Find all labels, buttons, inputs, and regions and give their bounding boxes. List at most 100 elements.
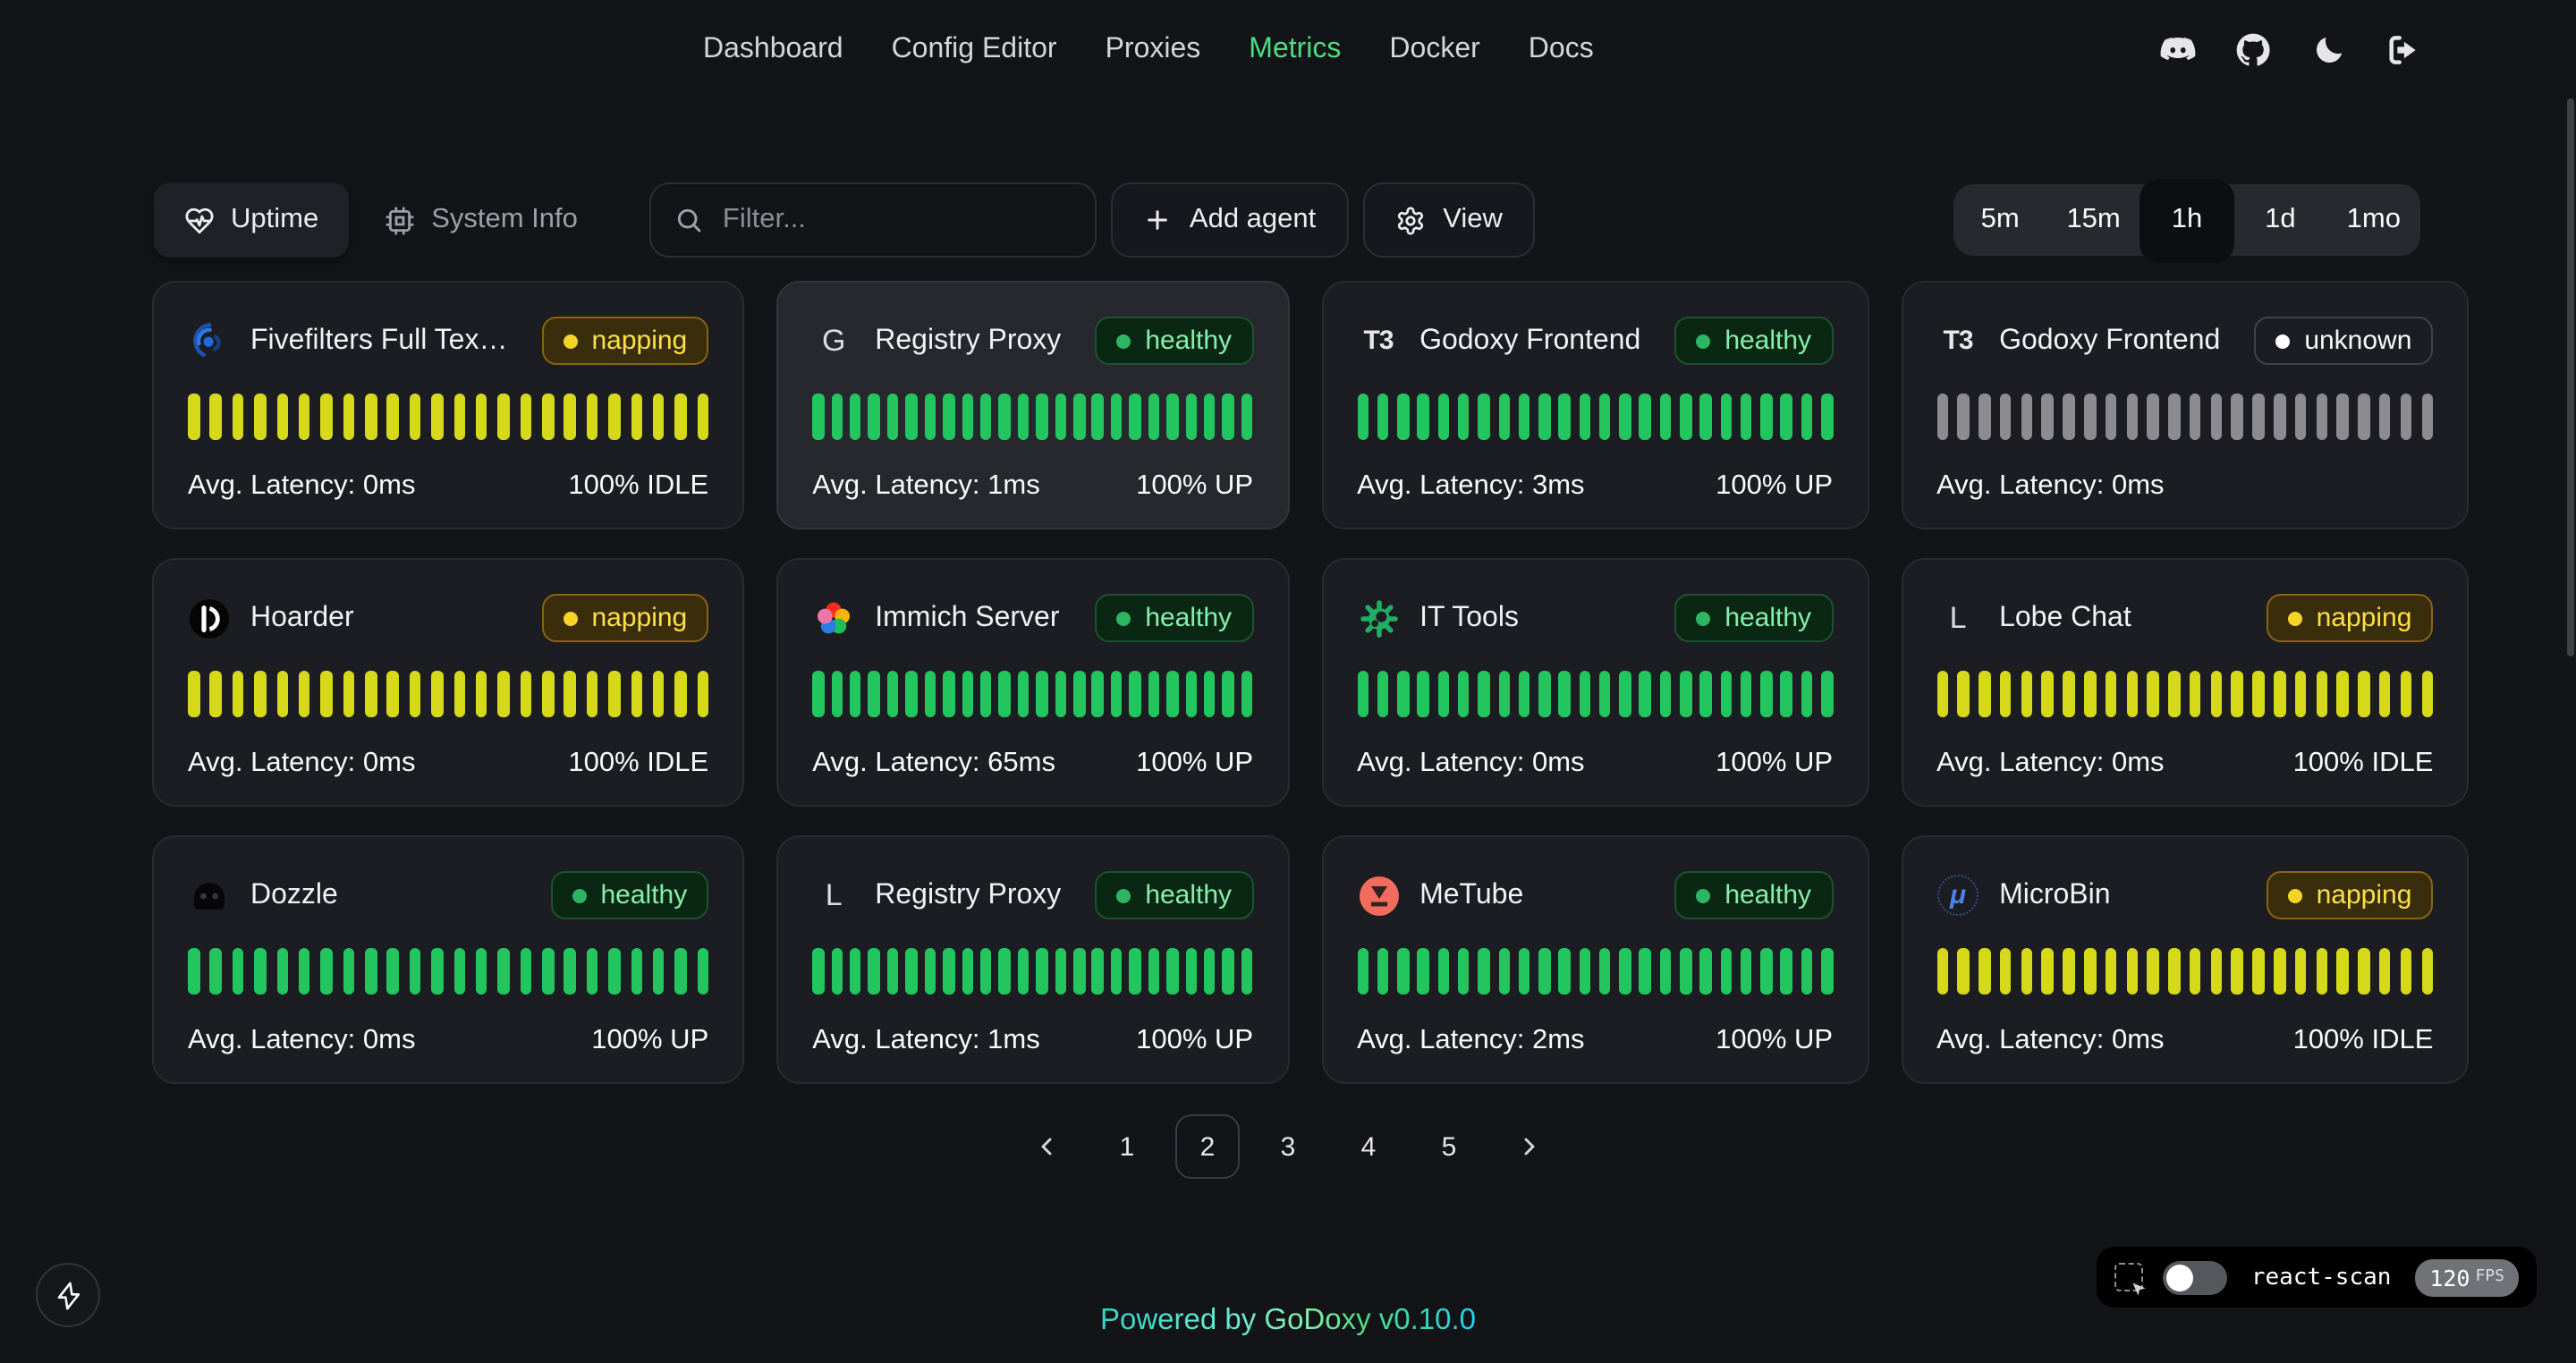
nav-item-docker[interactable]: Docker [1389,34,1479,66]
card-fivefilters-full-tex[interactable]: Fivefilters Full Tex… napping Avg. Laten… [152,281,744,529]
uptime-bar [299,948,310,995]
page-2[interactable]: 2 [1175,1114,1240,1179]
powered-by-link[interactable]: Powered by GoDoxy v0.10.0 [1100,1304,1476,1336]
time-range-1d[interactable]: 1d [2233,184,2326,256]
page-4[interactable]: 4 [1336,1114,1401,1179]
time-range-1h[interactable]: 1h [2140,178,2233,262]
card-microbin[interactable]: μ MicroBin napping Avg. Latency: 0ms 100… [1901,835,2469,1084]
card-header: Dozzle healthy [188,871,708,919]
uptime-bar [1418,948,1429,995]
uptime-bar [2421,671,2433,717]
avg-latency: Avg. Latency: 65ms [812,748,1055,780]
nav-item-proxies[interactable]: Proxies [1106,34,1201,66]
tab-uptime[interactable]: Uptime [154,182,349,258]
card-stats: Avg. Latency: 1ms 100% UP [812,1025,1253,1057]
uptime-bar [1241,394,1253,440]
uptime-bar [564,394,576,440]
time-range-1mo[interactable]: 1mo [2327,184,2420,256]
uptime-bar [2126,671,2138,717]
uptime-bar [999,671,1011,717]
time-range-15m[interactable]: 15m [2046,184,2140,256]
nav-item-metrics[interactable]: Metrics [1249,34,1341,66]
uptime-bar [1377,948,1389,995]
status-dot-icon [1116,334,1131,348]
uptime-bar [2106,394,2117,440]
card-it-tools[interactable]: IT Tools healthy Avg. Latency: 0ms 100% … [1321,558,1868,807]
tab-system-info[interactable]: System Info [361,182,601,258]
card-metube[interactable]: MeTube healthy Avg. Latency: 2ms 100% UP [1321,835,1868,1084]
view-button[interactable]: View [1362,182,1535,258]
uptime-bar [365,948,377,995]
status-dot-icon [1696,888,1710,902]
uptime-bar [1073,948,1085,995]
status-badge: napping [541,594,708,642]
service-name: Lobe Chat [1999,602,2233,634]
pagination-next[interactable] [1497,1114,1562,1179]
uptime-bar [1437,671,1449,717]
card-registry-proxy[interactable]: G Registry Proxy healthy Avg. Latency: 1… [776,281,1289,529]
uptime-bar [1741,394,1752,440]
react-scan-toggle[interactable] [2163,1260,2227,1294]
nav-item-dashboard[interactable]: Dashboard [703,34,843,66]
page-3[interactable]: 3 [1256,1114,1320,1179]
uptime-bars [1936,948,2433,995]
uptime-bar [1660,948,1672,995]
quick-actions-button[interactable] [36,1263,100,1327]
page-1[interactable]: 1 [1095,1114,1159,1179]
tab-system-info-label: System Info [431,204,578,236]
moon-icon[interactable] [2309,31,2347,69]
uptime-bars [812,394,1253,440]
page-5[interactable]: 5 [1417,1114,1481,1179]
discord-icon[interactable] [2159,31,2197,69]
uptime-bar [1599,948,1611,995]
uptime-bar [2337,394,2349,440]
uptime-bars [1936,394,2433,440]
card-stats: Avg. Latency: 0ms 100% UP [1357,748,1833,780]
uptime-bar [587,394,598,440]
time-range-5m[interactable]: 5m [1953,184,2046,256]
card-dozzle[interactable]: Dozzle healthy Avg. Latency: 0ms 100% UP [152,835,744,1084]
uptime-bar [905,671,917,717]
card-lobe-chat[interactable]: L Lobe Chat napping Avg. Latency: 0ms 10… [1901,558,2469,807]
uptime-bar [1166,394,1178,440]
card-godoxy-frontend[interactable]: T3 Godoxy Frontend unknown Avg. Latency:… [1901,281,2469,529]
card-registry-proxy[interactable]: L Registry Proxy healthy Avg. Latency: 1… [776,835,1289,1084]
card-immich-server[interactable]: Immich Server healthy Avg. Latency: 65ms… [776,558,1289,807]
logout-icon[interactable] [2385,31,2422,69]
uptime-bar [1821,671,1833,717]
uptime-percent: 100% UP [591,1025,708,1057]
card-stats: Avg. Latency: 1ms 100% UP [812,470,1253,503]
uptime-bar [2021,671,2032,717]
uptime-bar [2232,948,2243,995]
uptime-bar [999,394,1011,440]
uptime-bar [962,948,973,995]
uptime-bar [2232,671,2243,717]
scrollbar-thumb[interactable] [2567,98,2574,656]
card-godoxy-frontend[interactable]: T3 Godoxy Frontend healthy Avg. Latency:… [1321,281,1868,529]
add-agent-button[interactable]: Add agent [1111,182,1348,258]
uptime-bar [1660,394,1672,440]
uptime-bar [254,394,266,440]
uptime-bar [1640,394,1651,440]
nav-item-docs[interactable]: Docs [1529,34,1594,66]
uptime-bar [2148,394,2159,440]
pagination-prev[interactable] [1014,1114,1079,1179]
uptime-bar [1204,948,1216,995]
uptime-bar [188,671,199,717]
status-badge: napping [2267,594,2434,642]
filter-input[interactable] [719,202,1072,238]
uptime-bar [1357,394,1368,440]
card-hoarder[interactable]: Hoarder napping Avg. Latency: 0ms 100% I… [152,558,744,807]
uptime-bar [697,948,708,995]
uptime-bar [2295,394,2307,440]
status-label: healthy [1724,880,1811,910]
service-name: Dozzle [250,879,517,911]
inspect-icon[interactable] [2114,1263,2143,1291]
uptime-bar [924,671,936,717]
uptime-bar [1559,394,1571,440]
uptime-bar [1185,394,1197,440]
github-icon[interactable] [2234,31,2272,69]
uptime-bar [2148,948,2159,995]
nav-item-config-editor[interactable]: Config Editor [892,34,1057,66]
avg-latency: Avg. Latency: 0ms [188,748,415,780]
